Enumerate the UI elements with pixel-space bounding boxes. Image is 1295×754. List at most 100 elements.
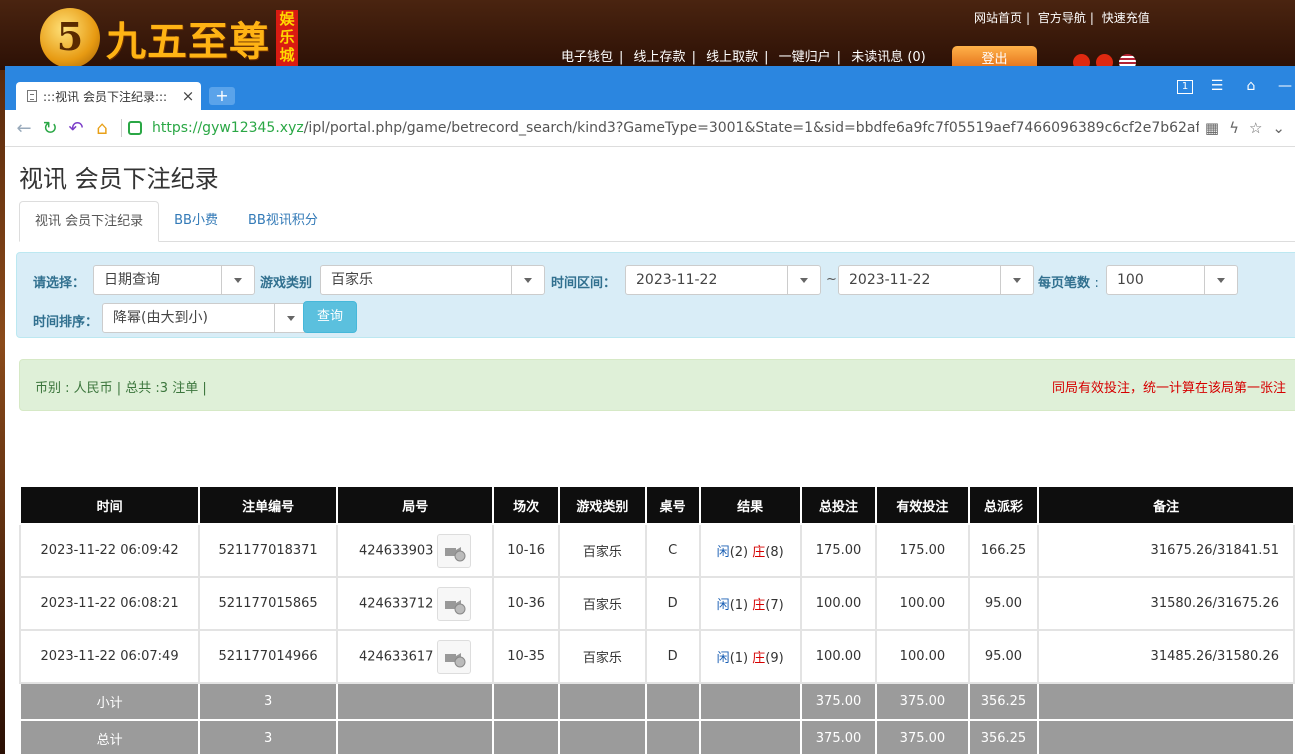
- url-input[interactable]: https://gyw12345.xyz/ipl/portal.php/game…: [152, 120, 1199, 136]
- cell-game: 百家乐: [557, 576, 647, 631]
- query-button[interactable]: 查询: [303, 301, 357, 333]
- time-sort-label: 时间排序：: [33, 315, 99, 330]
- valid-bet-note: 同局有效投注，统一计算在该局第一张注: [1052, 381, 1287, 396]
- total-label: 总计: [18, 719, 201, 754]
- cell-total-bet-link[interactable]: 100.00: [799, 576, 878, 631]
- home-icon[interactable]: ⌂: [89, 118, 115, 139]
- chevron-down-icon[interactable]: ⌄: [1272, 119, 1285, 137]
- star-icon[interactable]: ☆: [1249, 119, 1262, 137]
- time-range-label: 时间区间：: [551, 276, 617, 291]
- chevron-down-icon: [787, 266, 820, 294]
- logout-button[interactable]: 登出: [952, 46, 1037, 68]
- url-path: /ipl/portal.php/game/betrecord_search/ki…: [303, 120, 1199, 136]
- qr-icon[interactable]: ▦: [1205, 119, 1219, 137]
- cell-result: 闲(1) 庄(9): [698, 629, 802, 684]
- header-bet-id: 注单编号: [198, 485, 339, 525]
- cell-session: 10-36: [492, 576, 560, 631]
- cell-bet-id: 521177014966: [198, 629, 339, 684]
- cell-payout: 95.00: [967, 629, 1040, 684]
- cell-valid-bet: 100.00: [875, 576, 970, 631]
- link-withdraw[interactable]: 线上取款: [706, 50, 758, 65]
- subtotal-valid-bet: 375.00: [875, 682, 970, 721]
- cell-result: 闲(1) 庄(7): [698, 576, 802, 631]
- link-quick-recharge[interactable]: 快速充值: [1102, 11, 1150, 25]
- range-separator: ~: [826, 272, 837, 287]
- undo-icon[interactable]: ↶: [63, 118, 89, 139]
- link-home[interactable]: 网站首页: [974, 11, 1022, 25]
- chevron-down-icon: [511, 266, 544, 294]
- url-host: https://gyw12345.xyz: [152, 120, 304, 136]
- total-count: 3: [198, 719, 339, 754]
- video-replay-icon[interactable]: [437, 586, 472, 621]
- table-row: 2023-11-22 06:08:21 521177015865 4246337…: [18, 576, 1295, 631]
- cell-table: C: [644, 523, 701, 578]
- table-header-row: 时间 注单编号 局号 场次 游戏类别 桌号 结果 总投注 有效投注 总派彩 备注: [18, 485, 1295, 525]
- close-icon[interactable]: ×: [181, 87, 195, 105]
- reload-icon[interactable]: ↻: [37, 118, 63, 139]
- link-navigation[interactable]: 官方导航: [1038, 11, 1086, 25]
- chevron-down-icon: [1204, 266, 1237, 294]
- header-valid-bet: 有效投注: [875, 485, 970, 525]
- subtotal-label: 小计: [18, 682, 201, 721]
- cell-game: 百家乐: [557, 523, 647, 578]
- page-title: 视讯 会员下注纪录: [19, 165, 219, 193]
- address-bar: ← ↻ ↶ ⌂ https://gyw12345.xyz/ipl/portal.…: [5, 110, 1295, 147]
- link-one-click-transfer[interactable]: 一键归户: [779, 50, 831, 65]
- cell-round: 424633712: [336, 576, 495, 631]
- link-wallet[interactable]: 电子钱包: [561, 50, 613, 65]
- cell-total-bet-link[interactable]: 175.00: [799, 523, 878, 578]
- game-type-select[interactable]: 百家乐: [320, 265, 545, 295]
- date-from-select[interactable]: 2023-11-22: [625, 265, 821, 295]
- skin-icon[interactable]: ⌂: [1241, 78, 1261, 94]
- query-type-value: 日期查询: [104, 272, 160, 288]
- cell-valid-bet: 100.00: [875, 629, 970, 684]
- logo-mark: 5: [40, 8, 100, 68]
- browser-tab[interactable]: :::视讯 会员下注纪录::: ×: [16, 82, 201, 110]
- summary-alert: 币别 : 人民币 | 总共 :3 注单 | 同局有效投注，统一计算在该局第一张注: [19, 359, 1295, 411]
- chevron-down-icon: [221, 266, 254, 294]
- header-table: 桌号: [644, 485, 701, 525]
- logo-text: 九五至尊: [106, 18, 270, 65]
- game-type-value: 百家乐: [331, 272, 373, 288]
- date-from-value: 2023-11-22: [636, 272, 718, 288]
- table-row: 2023-11-22 06:07:49 521177014966 4246336…: [18, 629, 1295, 684]
- time-sort-select[interactable]: 降幂(由大到小): [102, 303, 308, 333]
- security-shield-icon[interactable]: [128, 121, 142, 135]
- total-valid-bet: 375.00: [875, 719, 970, 754]
- menu-icon[interactable]: ☰: [1207, 78, 1227, 94]
- cell-bet-id: 521177015865: [198, 576, 339, 631]
- cell-valid-bet: 175.00: [875, 523, 970, 578]
- cell-total-bet-link[interactable]: 100.00: [799, 629, 878, 684]
- per-page-select[interactable]: 100: [1106, 265, 1238, 295]
- tab-bb-points[interactable]: BB视讯积分: [233, 201, 333, 241]
- date-to-value: 2023-11-22: [849, 272, 931, 288]
- cell-note: 31485.26/31580.26: [1037, 629, 1295, 684]
- header-result: 结果: [698, 485, 802, 525]
- minimize-icon[interactable]: —: [1275, 78, 1295, 94]
- back-icon[interactable]: ←: [11, 118, 37, 139]
- page-tabs: 视讯 会员下注纪录 BB小费 BB视讯积分: [19, 201, 1295, 242]
- header-note: 备注: [1037, 485, 1295, 525]
- cell-table: D: [644, 629, 701, 684]
- link-deposit[interactable]: 线上存款: [634, 50, 686, 65]
- tab-count-icon[interactable]: 1: [1177, 80, 1193, 94]
- tab-bb-tips[interactable]: BB小费: [159, 201, 233, 241]
- header-total-bet: 总投注: [799, 485, 878, 525]
- link-unread-messages[interactable]: 未读讯息 (0): [851, 50, 926, 65]
- date-to-select[interactable]: 2023-11-22: [838, 265, 1034, 295]
- total-row: 总计 3 375.00 375.00 356.25: [18, 719, 1295, 754]
- cell-payout: 166.25: [967, 523, 1040, 578]
- header-round: 局号: [336, 485, 495, 525]
- video-replay-icon[interactable]: [437, 533, 472, 568]
- header-payout: 总派彩: [967, 485, 1040, 525]
- site-logo[interactable]: 5 九五至尊 娱乐城: [40, 8, 298, 68]
- lightning-icon[interactable]: ϟ: [1229, 119, 1239, 137]
- total-payout: 356.25: [967, 719, 1040, 754]
- cell-session: 10-35: [492, 629, 560, 684]
- new-tab-button[interactable]: +: [209, 87, 235, 105]
- subtotal-count: 3: [198, 682, 339, 721]
- video-replay-icon[interactable]: [437, 639, 472, 674]
- query-type-select[interactable]: 日期查询: [93, 265, 255, 295]
- tab-bet-records[interactable]: 视讯 会员下注纪录: [19, 201, 160, 242]
- record-summary: 币别 : 人民币 | 总共 :3 注单 |: [35, 381, 207, 396]
